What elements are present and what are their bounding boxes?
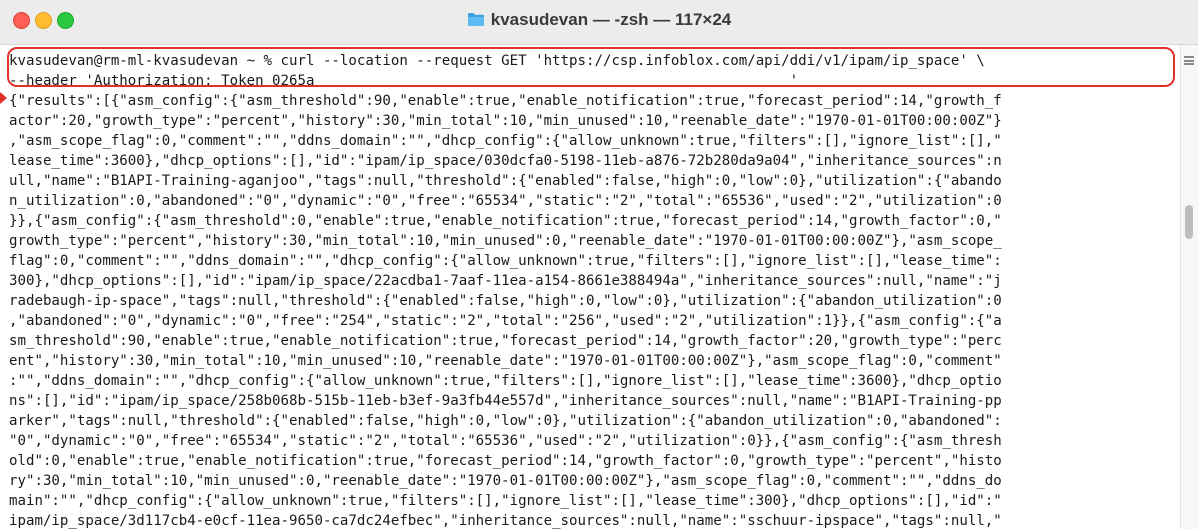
output-line: ,"abandoned":"0","dynamic":"0","free":"2… bbox=[9, 313, 1002, 329]
output-line: growth_type":"percent","history":30,"min… bbox=[9, 233, 1002, 249]
output-line: ns":[],"id":"ipam/ip_space/258b068b-515b… bbox=[9, 393, 1002, 409]
highlight-marker bbox=[0, 92, 7, 104]
output-line: ,"asm_scope_flag":0,"comment":"","ddns_d… bbox=[9, 133, 1002, 149]
output-line: :"","ddns_domain":"","dhcp_config":{"all… bbox=[9, 373, 1002, 389]
output-line: ull,"name":"B1API-Training-aganjoo","tag… bbox=[9, 173, 1002, 189]
terminal-output[interactable]: kvasudevan@rm-ml-kvasudevan ~ % curl --l… bbox=[0, 45, 1180, 529]
output-line: lease_time":3600},"dhcp_options":[],"id"… bbox=[9, 153, 1002, 169]
title-bar[interactable]: kvasudevan — -zsh — 117×24 bbox=[0, 0, 1198, 45]
output-line: n_utilization":0,"abandoned":"0","dynami… bbox=[9, 193, 1002, 209]
output-line: flag":0,"comment":"","ddns_domain":"","d… bbox=[9, 253, 1002, 269]
command-line: --header 'Authorization: Token 0265a ' bbox=[9, 73, 799, 89]
output-line: sm_threshold":90,"enable":true,"enable_n… bbox=[9, 333, 1002, 349]
hamburger-icon[interactable] bbox=[1184, 56, 1194, 65]
output-line: ipam/ip_space/3d117cb4-e0cf-11ea-9650-ca… bbox=[9, 513, 1002, 529]
output-line: "0","dynamic":"0","free":"65534","static… bbox=[9, 433, 1002, 449]
output-line: }},{"asm_config":{"asm_threshold":0,"ena… bbox=[9, 213, 1002, 229]
output-line: ry":30,"min_total":10,"min_unused":0,"re… bbox=[9, 473, 1002, 489]
output-line: {"results":[{"asm_config":{"asm_threshol… bbox=[9, 93, 1002, 109]
output-line: radebaugh-ip-space","tags":null,"thresho… bbox=[9, 293, 1002, 309]
command-line: kvasudevan@rm-ml-kvasudevan ~ % curl --l… bbox=[9, 53, 985, 69]
output-line: main":"","dhcp_config":{"allow_unknown":… bbox=[9, 493, 1002, 509]
output-line: 300},"dhcp_options":[],"id":"ipam/ip_spa… bbox=[9, 273, 1002, 289]
folder-icon bbox=[467, 12, 485, 32]
scrollbar-track[interactable] bbox=[1180, 45, 1198, 529]
output-line: actor":20,"growth_type":"percent","histo… bbox=[9, 113, 1002, 129]
output-line: old":0,"enable":true,"enable_notificatio… bbox=[9, 453, 1002, 469]
output-line: ent","history":30,"min_total":10,"min_un… bbox=[9, 353, 1002, 369]
terminal-window: kvasudevan — -zsh — 117×24 kvasudevan@rm… bbox=[0, 0, 1198, 529]
output-line: arker","tags":null,"threshold":{"enabled… bbox=[9, 413, 1002, 429]
scrollbar-thumb[interactable] bbox=[1185, 205, 1193, 239]
window-title-container: kvasudevan — -zsh — 117×24 bbox=[0, 10, 1198, 32]
window-title: kvasudevan — -zsh — 117×24 bbox=[490, 10, 732, 29]
